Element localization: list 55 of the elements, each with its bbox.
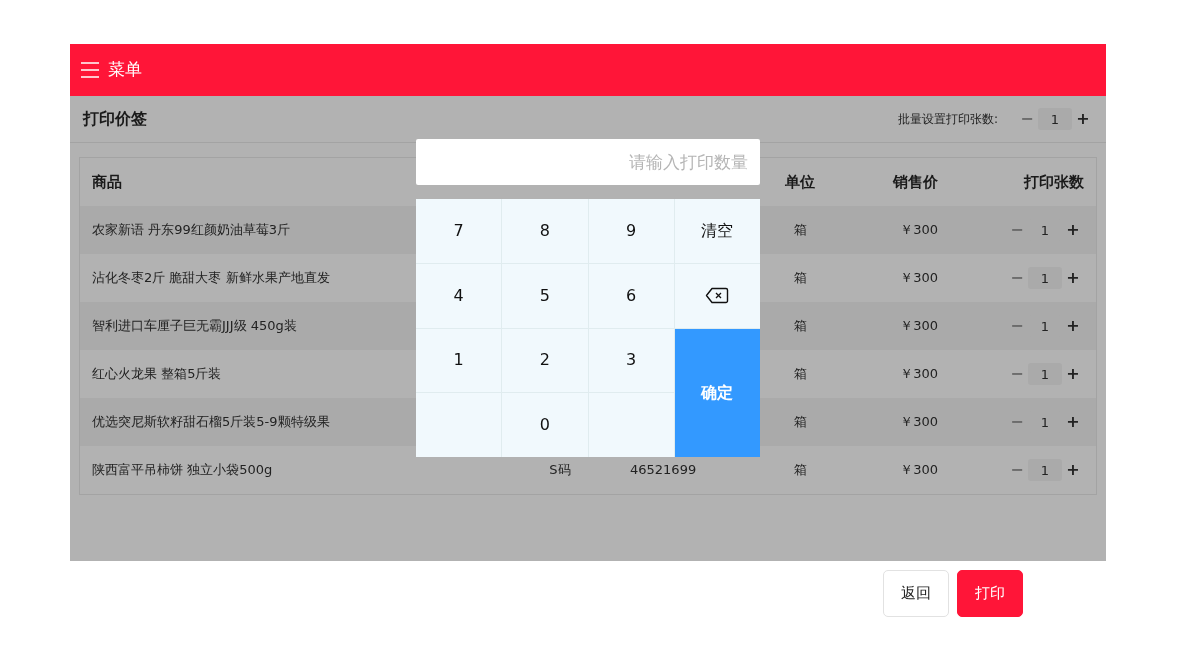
table-cell: 箱	[793, 318, 807, 334]
clear-key[interactable]: 清空	[674, 199, 760, 263]
digit-key[interactable]: 8	[502, 199, 588, 263]
column-header: 商品	[91, 171, 123, 193]
digit-key[interactable]: 3	[588, 328, 674, 393]
table-cell: ￥300	[900, 222, 938, 238]
quantity-input-field[interactable]: 请输入打印数量	[416, 139, 760, 185]
digit-key[interactable]: 1	[416, 328, 502, 393]
table-cell: ￥300	[900, 462, 938, 478]
back-button[interactable]: 返回	[883, 570, 949, 617]
column-header: 销售价	[891, 171, 939, 193]
menu-label[interactable]: 菜单	[108, 57, 142, 83]
batch-label: 批量设置打印张数:	[897, 111, 998, 128]
digit-key[interactable]: 9	[588, 199, 674, 263]
plus-button[interactable]: +	[1062, 318, 1084, 334]
table-cell: ￥300	[900, 366, 938, 382]
table-cell: 箱	[793, 270, 807, 286]
table-cell: 46521699	[630, 462, 697, 478]
plus-button[interactable]: +	[1062, 366, 1084, 382]
plus-button[interactable]: +	[1072, 111, 1094, 127]
table-cell: 智利进口车厘子巨无霸JJJ级 450g装	[92, 318, 297, 334]
table-cell: ￥300	[900, 318, 938, 334]
backspace-icon	[705, 287, 730, 305]
table-cell: 箱	[793, 366, 807, 382]
quantity-field[interactable]: 1	[1028, 459, 1062, 481]
digit-key[interactable]: 5	[502, 263, 588, 328]
digit-key[interactable]: 2	[502, 328, 588, 393]
digit-key[interactable]: 7	[416, 199, 502, 263]
page-title: 打印价签	[83, 108, 147, 130]
table-cell: ￥300	[900, 414, 938, 430]
table-cell: 沾化冬枣2斤 脆甜大枣 新鲜水果产地直发	[92, 270, 330, 286]
digit-key[interactable]: 0	[502, 393, 588, 457]
plus-button[interactable]: +	[1062, 414, 1084, 430]
table-cell: 陕西富平吊柿饼 独立小袋500g	[92, 462, 273, 478]
quantity-field[interactable]: 1	[1038, 108, 1072, 130]
table-cell: ￥300	[900, 270, 938, 286]
plus-button[interactable]: +	[1062, 462, 1084, 478]
table-cell: 红心火龙果 整箱5斤装	[92, 366, 222, 382]
table-cell: S码	[549, 462, 571, 478]
table-cell: 箱	[793, 222, 807, 238]
plus-button[interactable]: +	[1062, 270, 1084, 286]
menu-icon[interactable]	[80, 61, 100, 79]
table-cell: 箱	[793, 462, 807, 478]
print-button[interactable]: 打印	[957, 570, 1023, 617]
digit-key[interactable]: 6	[588, 263, 674, 328]
plus-button[interactable]: +	[1062, 222, 1084, 238]
digit-key[interactable]: 4	[416, 263, 502, 328]
column-header: 单位	[784, 171, 816, 193]
column-header: 打印张数	[1022, 171, 1085, 193]
quantity-field[interactable]: 1	[1028, 267, 1062, 289]
table-cell: 优选突尼斯软籽甜石榴5斤装5-9颗特级果	[92, 414, 330, 430]
table-cell: 箱	[793, 414, 807, 430]
backspace-key[interactable]	[674, 263, 760, 328]
table-cell: 农家新语 丹东99红颜奶油草莓3斤	[92, 222, 290, 238]
quantity-field[interactable]: 1	[1028, 363, 1062, 385]
